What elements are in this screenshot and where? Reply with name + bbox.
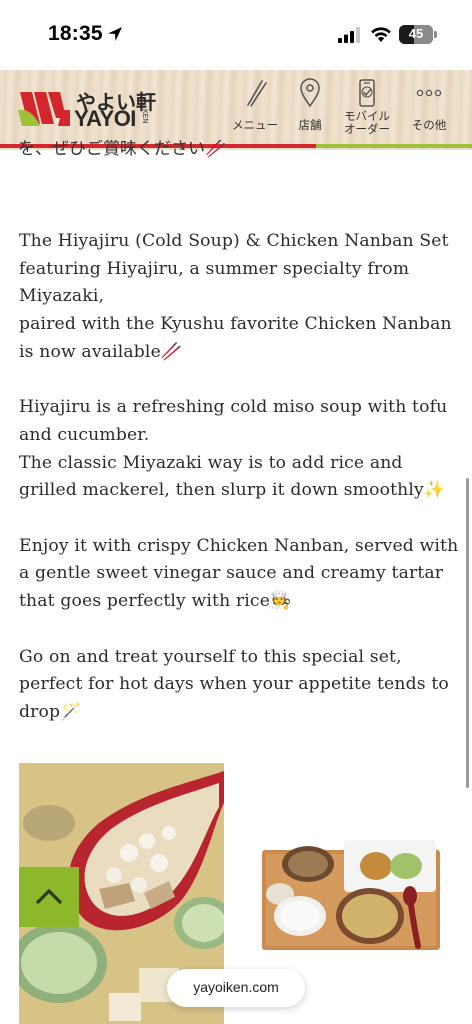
article-paragraph: The Hiyajiru (Cold Soup) & Chicken Nanba… xyxy=(19,231,452,362)
nav-mobile-order-button[interactable]: モバイル オーダー xyxy=(338,78,396,142)
nav-menu-button[interactable]: メニュー xyxy=(229,78,281,142)
wifi-icon xyxy=(371,27,391,42)
nav-menu-label: メニュー xyxy=(232,118,278,132)
logo-english-text[interactable]: YAYOI xyxy=(74,106,136,132)
article-paragraph: Hiyajiru is a refreshing cold miso soup … xyxy=(19,397,448,501)
nav-mobile-order-label: モバイル オーダー xyxy=(344,109,390,136)
clipped-text: を、ぜひご賞味ください🥢 xyxy=(18,140,227,159)
battery-cap xyxy=(434,31,437,38)
clipped-text-line: を、ぜひご賞味ください🥢 xyxy=(18,140,258,160)
article-paragraph: Enjoy it with crispy Chicken Nanban, ser… xyxy=(19,535,459,612)
status-time: 18:35 xyxy=(48,22,103,45)
domain-text: yayoiken.com xyxy=(193,979,279,995)
more-dots-icon xyxy=(416,89,442,97)
nav-other-label: その他 xyxy=(411,118,447,132)
map-pin-icon xyxy=(300,78,320,108)
location-arrow-icon xyxy=(108,27,122,41)
header-accent-line-green xyxy=(316,144,472,148)
battery-icon: 45 xyxy=(399,25,433,44)
chicken-nanban-set-photo xyxy=(262,840,440,950)
nav-other-button[interactable]: その他 xyxy=(404,78,454,142)
status-bar: 18:35 45 xyxy=(0,0,472,70)
logo-ken-text: KEN xyxy=(141,109,148,124)
article-body: The Hiyajiru (Cold Soup) & Chicken Nanba… xyxy=(19,228,459,754)
nav-store-button[interactable]: 店舗 xyxy=(292,78,328,142)
chevron-up-icon xyxy=(35,888,63,905)
nav-store-label: 店舗 xyxy=(298,118,322,132)
cellular-signal-icon xyxy=(338,27,360,43)
chopsticks-icon xyxy=(247,80,267,107)
article-paragraph: Go on and treat yourself to this special… xyxy=(19,646,449,722)
mobile-phone-icon xyxy=(359,79,375,107)
browser-domain-pill[interactable]: yayoiken.com xyxy=(167,969,305,1007)
battery-level-text: 45 xyxy=(408,26,424,41)
scroll-to-top-button[interactable] xyxy=(19,867,79,927)
vertical-scroll-indicator[interactable] xyxy=(466,478,469,788)
yayoi-logo-mark[interactable] xyxy=(18,88,70,128)
